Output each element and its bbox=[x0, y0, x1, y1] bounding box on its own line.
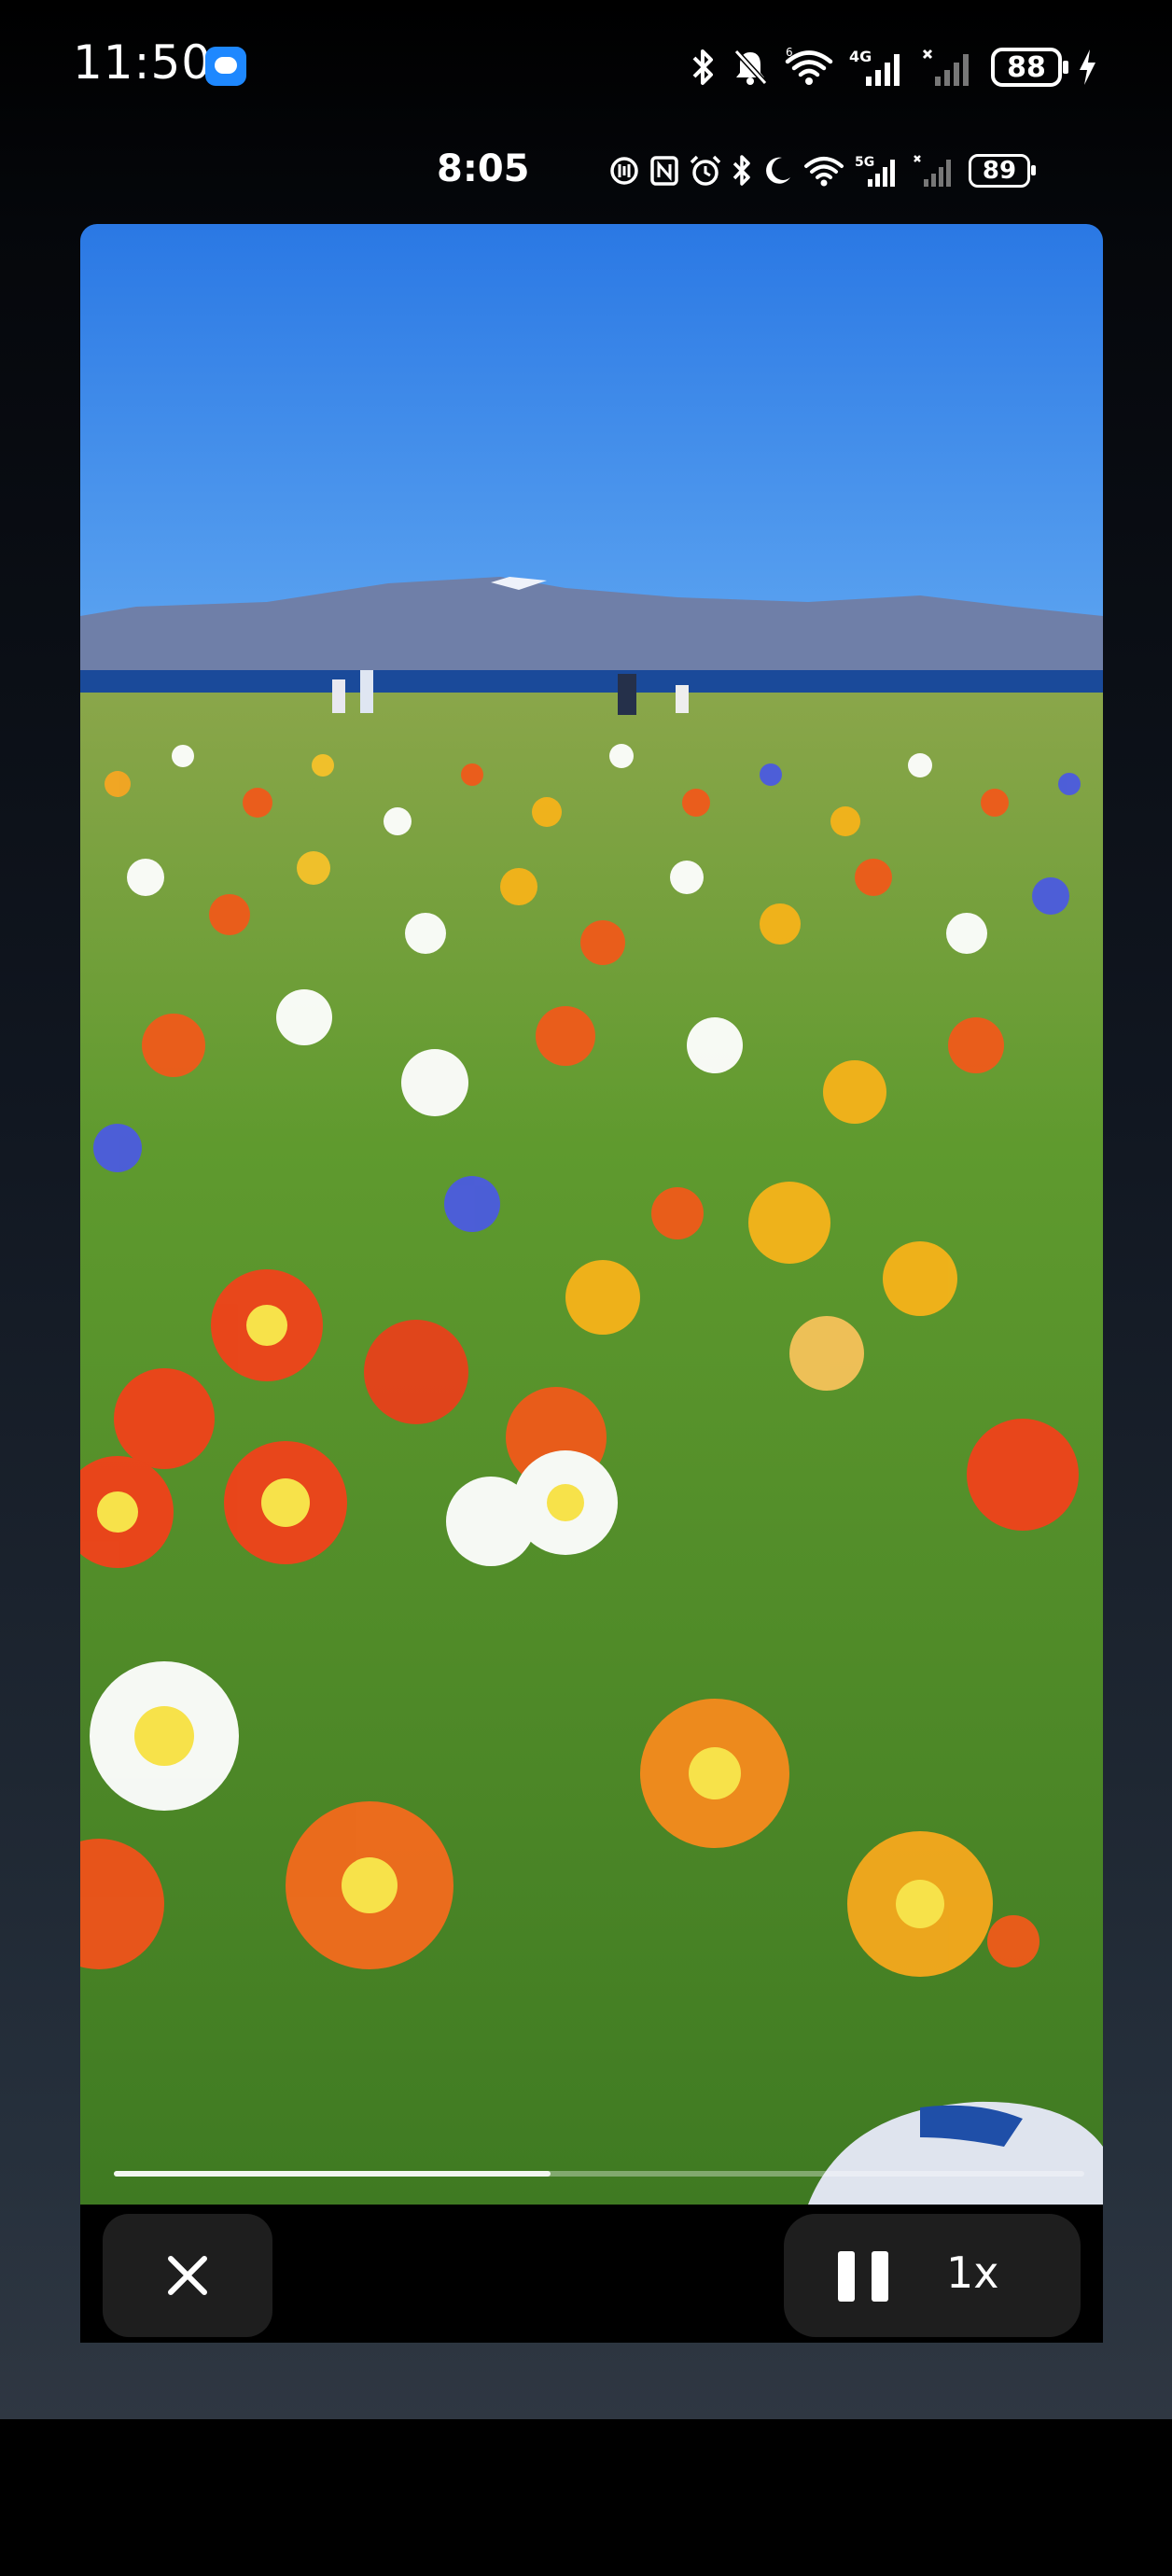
close-button[interactable] bbox=[103, 2214, 272, 2337]
wifi-icon bbox=[802, 154, 845, 188]
status-icons: 6 4G 88 bbox=[691, 41, 1097, 93]
no-signal-icon bbox=[922, 47, 976, 88]
signal-strength-icon: 4G bbox=[849, 47, 907, 88]
video-controls: 1x bbox=[80, 2205, 1103, 2343]
inner-network-type-label: 5G bbox=[855, 155, 874, 170]
svg-text:6: 6 bbox=[786, 48, 793, 59]
inner-status-bar: 8:05 5G 89 bbox=[80, 138, 1103, 203]
inner-battery-level: 89 bbox=[982, 157, 1017, 185]
playback-controls: 1x bbox=[784, 2214, 1081, 2337]
video-player[interactable] bbox=[80, 224, 1103, 2205]
navigation-area bbox=[0, 2419, 1172, 2576]
charging-icon bbox=[1077, 48, 1097, 87]
signal-strength-icon: 5G bbox=[855, 153, 903, 189]
close-icon bbox=[165, 2253, 210, 2298]
poppy-field-video-frame bbox=[80, 224, 1103, 2205]
video-progress-bar[interactable] bbox=[114, 2171, 1084, 2177]
network-type-label: 4G bbox=[849, 48, 872, 65]
battery-indicator: 88 bbox=[991, 48, 1068, 87]
bluetooth-icon bbox=[691, 48, 717, 87]
bell-muted-icon bbox=[732, 48, 769, 87]
bluetooth-icon bbox=[732, 154, 752, 188]
inner-status-icons: 5G 89 bbox=[608, 149, 1036, 192]
playback-speed-button[interactable]: 1x bbox=[946, 2247, 999, 2298]
wifi-icon: 6 bbox=[784, 48, 834, 87]
pause-icon[interactable] bbox=[838, 2251, 888, 2302]
no-signal-icon bbox=[913, 153, 959, 189]
battery-level: 88 bbox=[1007, 50, 1046, 84]
inner-status-time: 8:05 bbox=[437, 147, 530, 190]
alarm-icon bbox=[689, 154, 722, 188]
do-not-disturb-moon-icon bbox=[761, 155, 793, 187]
nfc-icon bbox=[649, 155, 679, 187]
message-notification-icon bbox=[205, 47, 246, 86]
data-saver-icon bbox=[608, 155, 640, 187]
video-progress-fill bbox=[114, 2171, 551, 2177]
status-bar: 11:50 6 4G 88 bbox=[0, 0, 1172, 140]
status-time: 11:50 bbox=[73, 35, 213, 90]
inner-battery-indicator: 89 bbox=[969, 154, 1036, 188]
